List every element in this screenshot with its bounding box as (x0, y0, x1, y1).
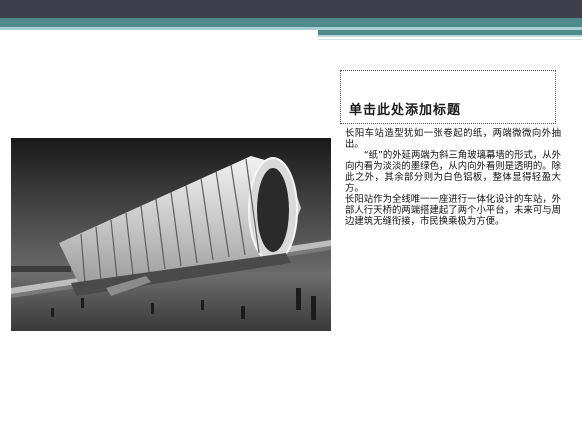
slide-body-text[interactable]: 长阳车站造型犹如一张卷起的纸，两端微微向外抽出。 “纸”的外延两端为斜三角玻璃幕… (345, 128, 561, 227)
station-photo (11, 138, 331, 331)
header-dark-bar (0, 0, 582, 18)
paragraph-2: “纸”的外延两端为斜三角玻璃幕墙的形式，从外向内看为淡淡的墨绿色，从内向外看则是… (345, 150, 562, 194)
paragraph-1: 长阳车站造型犹如一张卷起的纸，两端微微向外抽出。 (345, 128, 561, 150)
paragraph-3: 长阳站作为全线唯一一座进行一体化设计的车站，外部人行天桥的两端搭建起了两个小平台… (345, 194, 561, 227)
title-placeholder[interactable]: 单击此处添加标题 (340, 70, 556, 124)
header-teal-bar (0, 18, 582, 27)
slide-title: 单击此处添加标题 (349, 103, 462, 118)
right-accent-stripe-light (318, 35, 582, 37)
right-accent-line (318, 39, 582, 40)
